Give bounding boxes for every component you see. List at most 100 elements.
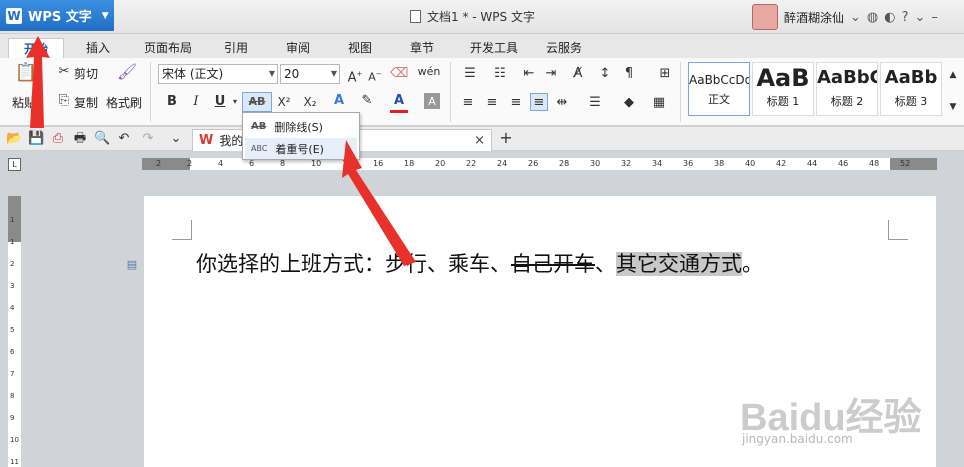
style-normal[interactable]: AaBbCcDd 正文 xyxy=(688,62,750,116)
styles-scroll-up-icon[interactable]: ▲ xyxy=(946,66,960,84)
paragraph-text[interactable]: 你选择的上班方式：步行、乘车、自己开车、其它交通方式。 xyxy=(196,248,763,278)
numbered-list-icon[interactable]: ☷ xyxy=(488,65,512,83)
save-icon[interactable]: 💾 xyxy=(28,130,44,148)
user-menu-icon[interactable]: ⌄ xyxy=(850,10,861,25)
align-left-icon[interactable]: ≡ xyxy=(460,94,476,112)
change-case-icon[interactable]: A̸ xyxy=(566,65,590,83)
open-icon[interactable]: 📂 xyxy=(6,130,22,148)
clear-format-icon[interactable]: ⌫ xyxy=(390,65,408,83)
tab-references[interactable]: 引用 xyxy=(214,38,258,58)
font-size-value: 20 xyxy=(284,67,300,81)
customize-icon[interactable]: ⌄ xyxy=(168,130,184,148)
highlight-icon[interactable]: ✎ xyxy=(358,92,376,110)
tab-home[interactable]: 开始 xyxy=(8,38,64,58)
avatar[interactable] xyxy=(752,4,778,30)
ruler-number: 48 xyxy=(869,159,880,168)
font-name-select[interactable]: 宋体 (正文) ▼ xyxy=(158,64,278,84)
ruler-number: 36 xyxy=(683,159,694,168)
cloud-icon[interactable]: ◐ xyxy=(884,10,895,25)
ruler-number: 44 xyxy=(807,159,818,168)
justify-icon[interactable]: ≡ xyxy=(530,93,548,111)
app-menu-button[interactable]: W WPS 文字 ▼ xyxy=(0,0,114,31)
borders-icon[interactable]: ▦ xyxy=(648,94,670,112)
decrease-indent-icon[interactable]: ⇤ xyxy=(520,65,538,83)
paste-icon[interactable]: 📋 xyxy=(12,64,40,86)
font-color-icon[interactable]: A xyxy=(390,92,408,113)
scissors-icon[interactable]: ✂ xyxy=(56,63,72,81)
strikethrough-button[interactable]: AB xyxy=(242,92,272,112)
ruler-number: 9 xyxy=(10,414,15,422)
line-spacing-icon[interactable]: ☰ xyxy=(584,94,606,112)
ruler-tab-selector[interactable]: L xyxy=(8,158,21,171)
align-right-icon[interactable]: ≡ xyxy=(508,94,524,112)
character-shading-icon[interactable]: A xyxy=(424,93,440,109)
vertical-ruler[interactable]: 1 1 2 3 4 5 6 7 8 9 10 11 xyxy=(8,196,21,467)
tab-page-layout[interactable]: 页面布局 xyxy=(136,38,200,58)
style-heading-2[interactable]: AaBbC 标题 2 xyxy=(816,62,878,116)
chevron-down-icon: ▼ xyxy=(268,69,275,78)
close-tab-icon[interactable]: × xyxy=(474,133,485,148)
settings-icon[interactable]: ⌄ xyxy=(915,10,926,25)
cut-button[interactable]: 剪切 xyxy=(74,65,98,82)
window-title: 文档1 * - WPS 文字 xyxy=(410,8,535,25)
ruler-number: 40 xyxy=(745,159,756,168)
user-area[interactable]: 醉酒糊涂仙 ⌄ ◍ ◐ ? ⌄ – xyxy=(752,3,938,31)
new-tab-button[interactable]: + xyxy=(498,129,514,147)
distributed-icon[interactable]: ⇹ xyxy=(554,94,570,112)
divider xyxy=(450,62,451,122)
export-pdf-icon[interactable]: ⎙ xyxy=(50,130,66,148)
format-painter-button[interactable]: 格式刷 xyxy=(106,94,142,111)
shrink-font-icon[interactable]: A− xyxy=(366,65,384,87)
style-heading-3[interactable]: AaBb 标题 3 xyxy=(880,62,942,116)
document-icon xyxy=(410,10,421,23)
bold-button[interactable]: B xyxy=(164,93,180,111)
tab-cloud[interactable]: 云服务 xyxy=(538,38,590,58)
format-painter-icon[interactable]: 🖌 xyxy=(116,63,138,81)
print-preview-icon[interactable]: 🔍 xyxy=(94,130,110,148)
minimize-icon[interactable]: – xyxy=(931,10,938,25)
user-name[interactable]: 醉酒糊涂仙 xyxy=(784,9,844,26)
tab-review[interactable]: 审阅 xyxy=(276,38,320,58)
subscript-button[interactable]: X₂ xyxy=(300,93,320,111)
underline-button[interactable]: U xyxy=(212,93,228,111)
copy-icon[interactable]: ⎘ xyxy=(56,92,72,110)
help-icon[interactable]: ? xyxy=(902,10,909,25)
margin-corner xyxy=(888,220,908,240)
text-effect-icon[interactable]: A xyxy=(330,92,348,110)
paragraph-layout-icon[interactable]: ▤ xyxy=(124,256,140,274)
menu-item-strikethrough[interactable]: AB 删除线(S) xyxy=(245,116,357,137)
show-marks-icon[interactable]: ¶ xyxy=(620,65,638,83)
font-size-select[interactable]: 20 ▼ xyxy=(280,64,340,84)
bullet-list-icon[interactable]: ☰ xyxy=(458,65,482,83)
style-heading-3-sample: AaBb xyxy=(884,67,938,88)
increase-indent-icon[interactable]: ⇥ xyxy=(542,65,560,83)
watermark-url: jingyan.baidu.com xyxy=(742,432,853,446)
tab-view[interactable]: 视图 xyxy=(338,38,382,58)
paste-button[interactable]: 粘贴 xyxy=(12,94,36,111)
phonetic-guide-icon[interactable]: wén xyxy=(416,63,442,81)
underline-dropdown-icon[interactable]: ▾ xyxy=(230,93,240,111)
grow-font-icon[interactable]: A+ xyxy=(346,65,364,87)
strikethrough-icon: AB xyxy=(251,121,267,132)
print-icon[interactable]: 🖶 xyxy=(72,130,88,148)
ruler-number: 4 xyxy=(218,159,224,168)
italic-button[interactable]: I xyxy=(188,93,204,111)
style-heading-3-label: 标题 3 xyxy=(894,95,928,108)
table-icon[interactable]: ⊞ xyxy=(656,65,674,83)
menu-item-emphasis-mark[interactable]: ABC 着重号(E) xyxy=(245,138,357,159)
tab-developer[interactable]: 开发工具 xyxy=(462,38,526,58)
superscript-button[interactable]: X² xyxy=(274,93,294,111)
copy-button[interactable]: 复制 xyxy=(74,94,98,111)
tab-insert[interactable]: 插入 xyxy=(70,38,126,58)
shading-icon[interactable]: ◆ xyxy=(618,94,640,112)
styles-more-icon[interactable]: ▼ xyxy=(946,98,960,116)
title-bar: W WPS 文字 ▼ 文档1 * - WPS 文字 醉酒糊涂仙 ⌄ ◍ ◐ ? … xyxy=(0,0,964,34)
align-center-icon[interactable]: ≡ xyxy=(484,94,500,112)
redo-icon[interactable]: ↷ xyxy=(140,130,156,148)
ruler-number: 42 xyxy=(776,159,787,168)
sort-icon[interactable]: ↕ xyxy=(596,65,614,83)
undo-icon[interactable]: ↶ xyxy=(116,130,132,148)
style-heading-1[interactable]: AaB 标题 1 xyxy=(752,62,814,116)
tab-sections[interactable]: 章节 xyxy=(400,38,444,58)
skin-icon[interactable]: ◍ xyxy=(867,10,878,25)
